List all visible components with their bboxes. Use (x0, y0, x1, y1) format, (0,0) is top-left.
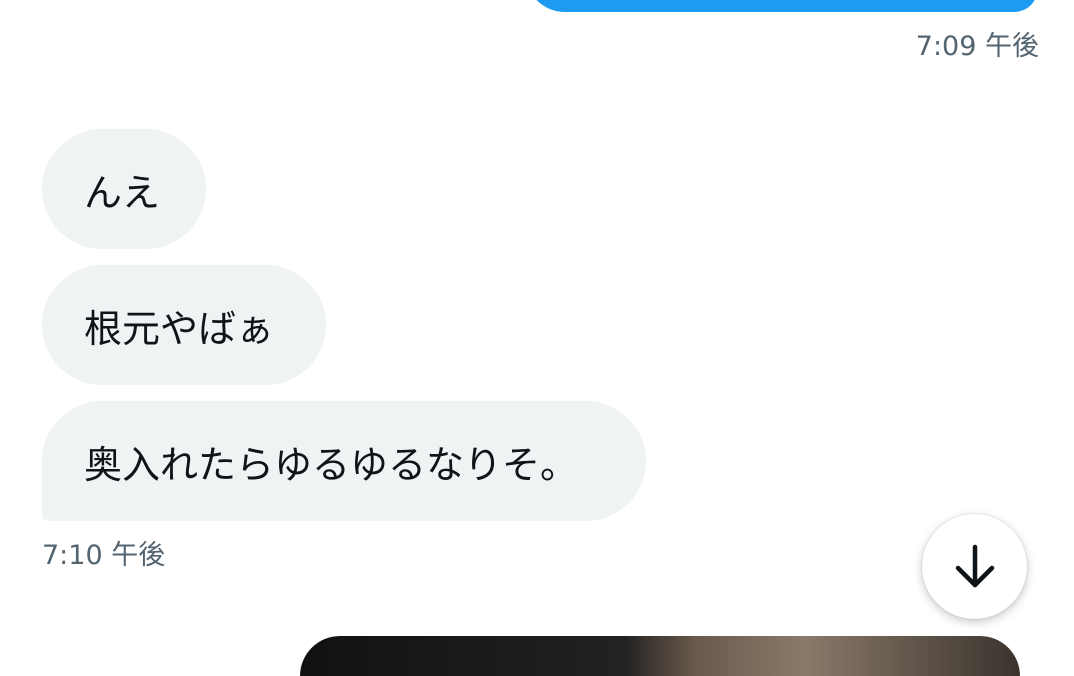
sent-message-bubble[interactable] (525, 0, 1038, 12)
message-text: 奥入れたらゆるゆるなりそ。 (84, 442, 579, 487)
received-message-bubble[interactable]: んえ (42, 129, 206, 249)
received-timestamp: 7:10 午後 (42, 540, 166, 571)
arrow-down-icon (955, 544, 994, 587)
received-message-bubble[interactable]: 奥入れたらゆるゆるなりそ。 (42, 401, 646, 521)
media-attachment-preview[interactable] (300, 636, 1020, 676)
message-text: んえ (84, 170, 161, 215)
scroll-to-bottom-button[interactable] (922, 514, 1027, 619)
sent-timestamp: 7:09 午後 (915, 31, 1039, 62)
message-text: 根元やばぁ (84, 306, 275, 351)
received-message-bubble[interactable]: 根元やばぁ (42, 265, 326, 385)
